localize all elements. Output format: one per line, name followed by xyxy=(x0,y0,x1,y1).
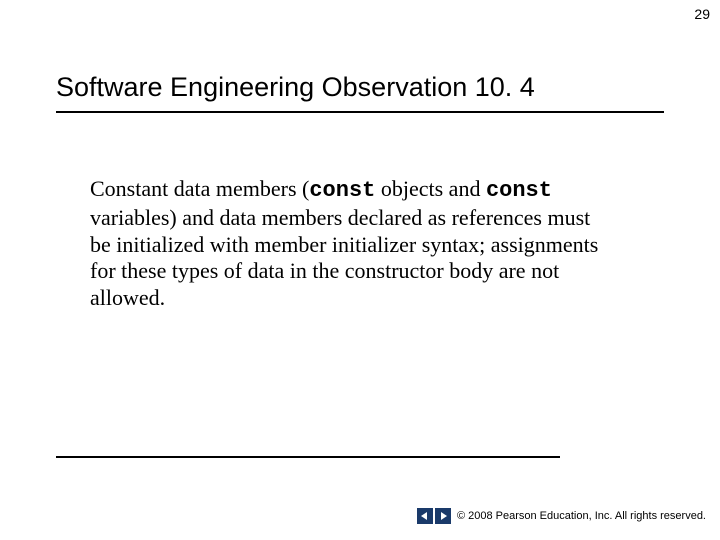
body-segment: Constant data members ( xyxy=(90,176,309,201)
triangle-right-icon xyxy=(438,511,448,521)
body-segment: variables) and data members declared as … xyxy=(90,205,598,310)
code-keyword: const xyxy=(486,178,552,203)
code-keyword: const xyxy=(309,178,375,203)
copyright-text: © 2008 Pearson Education, Inc. All right… xyxy=(457,510,706,522)
slide-title: Software Engineering Observation 10. 4 xyxy=(56,72,664,109)
prev-slide-button[interactable] xyxy=(417,508,433,524)
title-block: Software Engineering Observation 10. 4 xyxy=(56,72,664,113)
next-slide-button[interactable] xyxy=(435,508,451,524)
footer: © 2008 Pearson Education, Inc. All right… xyxy=(417,508,706,524)
bottom-divider xyxy=(56,456,560,458)
title-underline xyxy=(56,111,664,113)
page-number: 29 xyxy=(694,6,710,22)
slide-nav xyxy=(417,508,451,524)
triangle-left-icon xyxy=(420,511,430,521)
body-segment: objects and xyxy=(375,176,486,201)
body-paragraph: Constant data members (const objects and… xyxy=(90,176,610,312)
